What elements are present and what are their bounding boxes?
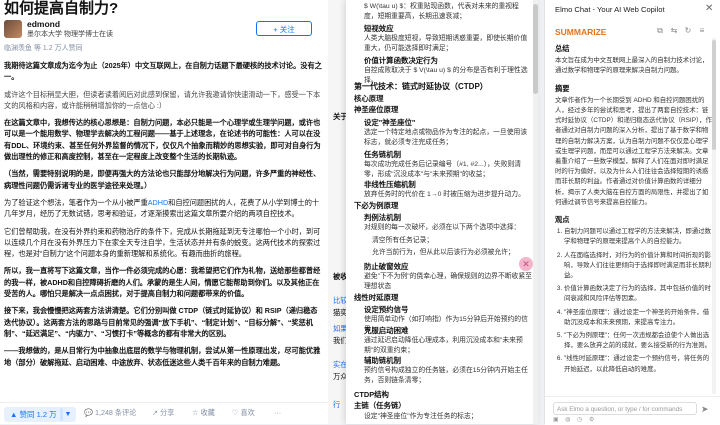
paragraph: 我期待这篇文章成为迄今为止（2025年）中文互联网上，在自制力话题下最硬核的技术… <box>4 61 322 82</box>
popup-line: 预约信号构成独立的任务链，必须在15分钟内开始主任务，否则链条清零； <box>364 367 528 384</box>
menu-icon[interactable]: ≡ <box>697 26 707 36</box>
list-item: 人在面临选择时，对行为的价值计算和时间折现的影响，导致人们往往更倾向于选择即时满… <box>564 251 713 282</box>
avatar[interactable] <box>4 20 22 38</box>
popup-line: 放弃任务时的代价在 1→0 时被压缩为进步提升动力。 <box>364 191 525 198</box>
points-list: 自制力问题可以通过工程学的方法来解决，即通过数学和物理学的原理来提高个人的自控能… <box>555 227 713 375</box>
refresh-icon[interactable]: ↻ <box>683 26 693 36</box>
popup-line: 允许当前行为，但从此以后该行为必须被允许； <box>372 249 515 256</box>
ask-input[interactable]: Ask Elmo a question, or type / for comma… <box>553 402 697 415</box>
adhd-link[interactable]: ADHD <box>148 198 168 207</box>
popup-heading: 线性时延原理 <box>354 293 399 302</box>
more-button[interactable]: ··· <box>274 408 281 417</box>
text: 为了验证这个想法，笔者作为一个从小被严重 <box>4 197 148 207</box>
popup-line: 人类大脑极度短视，导致短期诱惑重要，即使长期价值重大，仍可能选择即时满足； <box>364 35 528 52</box>
upvoter-summary[interactable]: 临渊羡鱼 等 1.2 万人赞同 <box>4 43 83 53</box>
paragraph: 它们曾帮助我，在没有外界约束和药物治疗的条件下，完成从长期拖延到无专注哪怕一个小… <box>4 226 321 259</box>
points-heading: 观点 <box>555 215 570 225</box>
panel-title: Elmo Chat - Your AI Web Copilot <box>555 5 665 14</box>
send-icon[interactable]: ➤ <box>701 404 709 415</box>
collect-button[interactable]: ☆ 收藏 <box>192 408 215 418</box>
close-icon[interactable]: ✕ <box>705 3 713 14</box>
paragraph: ——我想做的，是从目常行为中抽象出底层的数学与物理机制，尝试从第一性原理出发，尽… <box>4 346 321 367</box>
question-title[interactable]: 如何提高自制力? <box>4 0 118 18</box>
popup-line: 选定一个特定地点或物品作为专注的起点，一旦使用该标志，就必须专注完成任务； <box>364 129 528 146</box>
vote-bar: ▲ 赞同 1.2 万 ▼ 💬 1,248 条评论 ↗ 分享 ☆ 收藏 ♡ 喜欢 … <box>0 402 328 424</box>
popup-line: 清空所有任务记录； <box>372 237 434 244</box>
popup-heading: 克服启动困难 <box>364 326 409 335</box>
paragraph: 在这篇文章中，我想传达的核心思想是：自制力问题，本必只能是一个心理学或生理学问题… <box>4 118 321 162</box>
popup-scroll-thumb[interactable] <box>533 4 538 94</box>
related-link[interactable]: 行 <box>333 400 340 410</box>
list-item: "下必为例原理"：任何一次违规都会迫使个人做出选择，要么放弃之前的成就，要么接受… <box>564 331 713 351</box>
panel-scroll-thumb[interactable] <box>712 40 716 150</box>
downvote-button[interactable]: ▼ <box>60 407 76 422</box>
popup-line: 对规则的每一次破坏，必须在以下两个选项中选择： <box>364 224 521 231</box>
summary-text: 本文旨在成为中文互联网上最深入的自制力技术讨论，通过数学和物理学的原理来解决自制… <box>555 57 709 75</box>
popup-heading: 短视效应 <box>364 24 394 33</box>
author-card: edmond 墨尔本大学 物理学博士在读 + 关注 <box>4 19 324 42</box>
popup-line: 设定"神圣座位"作为专注任务的标志； <box>364 413 478 420</box>
upvote-button[interactable]: ▲ 赞同 1.2 万 <box>4 407 63 422</box>
author-name[interactable]: edmond <box>27 19 60 29</box>
popup-heading: 防止破窗效应 <box>364 262 409 271</box>
paragraph: 所以，我一直将写下这篇文章，当作一件必须完成的心愿：我希望把它们作为礼物，送给那… <box>4 266 321 299</box>
popup-line: 避免"下不为例"的侥幸心理，确保规则的边界不断收紧至理想状态 <box>364 273 532 290</box>
popup-line: 通过延迟启动降低心理成本，利用沉没成本和"未来预期"的双重约束； <box>364 337 523 354</box>
settings-icon[interactable]: ⚙ <box>589 416 594 423</box>
paragraph: 接下来，我会慢慢把这两套方法讲清楚。它们分别叫做 CTDP（链式时延协议）和 R… <box>4 306 318 338</box>
popup-heading: 下必为例原理 <box>354 201 399 210</box>
popup-heading: 辅助链机制 <box>364 356 401 365</box>
author-bio: 墨尔本大学 物理学博士在读 <box>27 31 113 38</box>
tool-row: ▣ ◍ ◷ ⚙ <box>553 416 713 424</box>
list-item: 自制力问题可以通过工程学的方法来解决，即通过数学和物理学的原理来提高个人的自控能… <box>564 227 713 247</box>
history-icon[interactable]: ◷ <box>577 416 582 423</box>
list-item: "线性时延原理"：通过设定一个预约信号，将任务的开始延迟，以此降低启动的难度。 <box>564 354 713 374</box>
popup-heading: CTDP结构 <box>354 390 389 399</box>
popup-section-title: 第一代技术：链式时延协议（CTDP） <box>354 82 488 91</box>
comments-button[interactable]: 💬 1,248 条评论 <box>84 408 137 418</box>
popup-line: 每次成功完成任务后记录编号（#1, #2...），失败则清零，形成"沉没成本"与… <box>364 161 522 178</box>
list-item: "神圣座位原理"：通过设定一个神圣的开始条件，借助沉没成本和未来预期，来提高专注… <box>564 308 713 328</box>
like-button[interactable]: ♡ 喜欢 <box>232 408 255 418</box>
popup-heading: 核心原理 <box>354 94 384 103</box>
copy-icon[interactable]: ⧉ <box>655 26 665 36</box>
list-item: 价值计算函数决定了行为的选择，其中包括价值的时间衰减和风险评估等因素。 <box>564 284 713 304</box>
close-popup-icon[interactable]: ✕ <box>519 257 533 271</box>
share-button[interactable]: ↗ 分享 <box>152 408 174 418</box>
translate-icon[interactable]: ⇆ <box>669 26 679 36</box>
popup-heading: 设定预约信号 <box>364 305 409 314</box>
popup-heading: 价值计算函数决定行为 <box>364 56 438 65</box>
elmo-chat-panel: Elmo Chat - Your AI Web Copilot ✕ SUMMAR… <box>544 0 720 425</box>
paragraph: 为了验证这个想法，笔者作为一个从小被严重ADHD和自控问题困扰的人，花费了从小学… <box>4 197 322 220</box>
answer-body: 我期待这篇文章成为迄今为止（2025年）中文互联网上，在自制力话题下最硬核的技术… <box>4 60 322 374</box>
abstract-text: 文章作者作为一个长期受到 ADHD 和自控问题困扰的人，经过多年的尝试和思考，提… <box>555 96 712 206</box>
follow-button[interactable]: + 关注 <box>256 21 312 36</box>
summary-header: SUMMARIZE ⧉ ⇆ ↻ ≡ <box>553 26 713 40</box>
popup-heading: 判例法机制 <box>364 213 401 222</box>
answer-article: 如何提高自制力? edmond 墨尔本大学 物理学博士在读 + 关注 临渊羡鱼 … <box>0 0 328 424</box>
popup-heading: 神圣座位原理 <box>354 105 399 114</box>
mindmap-popup[interactable]: $ W(\tau u) $：权重贴现函数，代表对未来的重视程度，短期重要高，长期… <box>346 0 538 424</box>
ask-bar: Ask Elmo a question, or type / for comma… <box>545 396 720 425</box>
summary-heading: 总结 <box>555 44 570 53</box>
summarize-label[interactable]: SUMMARIZE <box>555 27 606 37</box>
popup-heading: 设定"神圣座位" <box>364 118 416 127</box>
globe-icon[interactable]: ◍ <box>565 416 570 423</box>
abstract-heading: 摘要 <box>555 83 570 93</box>
popup-line: $ W(\tau u) $：权重贴现函数，代表对未来的重视程度，短期重要高，长期… <box>364 3 519 20</box>
paragraph: 或许这个目标稍显大胆，但读者读着阅后对此感到保留，请允许我邀请你快速滑动一下，感… <box>4 89 321 110</box>
popup-heading: 主链（任务链） <box>354 401 406 410</box>
paragraph: （当然，需要特别说明的是，即便再强大的方法论也只能部分地解决行为问题，许多严重的… <box>4 169 321 190</box>
popup-heading: 非线性压缩机制 <box>364 180 416 189</box>
summary-content: 总结 本文旨在成为中文互联网上最深入的自制力技术讨论，通过数学和物理学的原理来解… <box>555 44 713 378</box>
page-icon[interactable]: ▣ <box>553 416 559 423</box>
popup-heading: 任务链机制 <box>364 150 401 159</box>
